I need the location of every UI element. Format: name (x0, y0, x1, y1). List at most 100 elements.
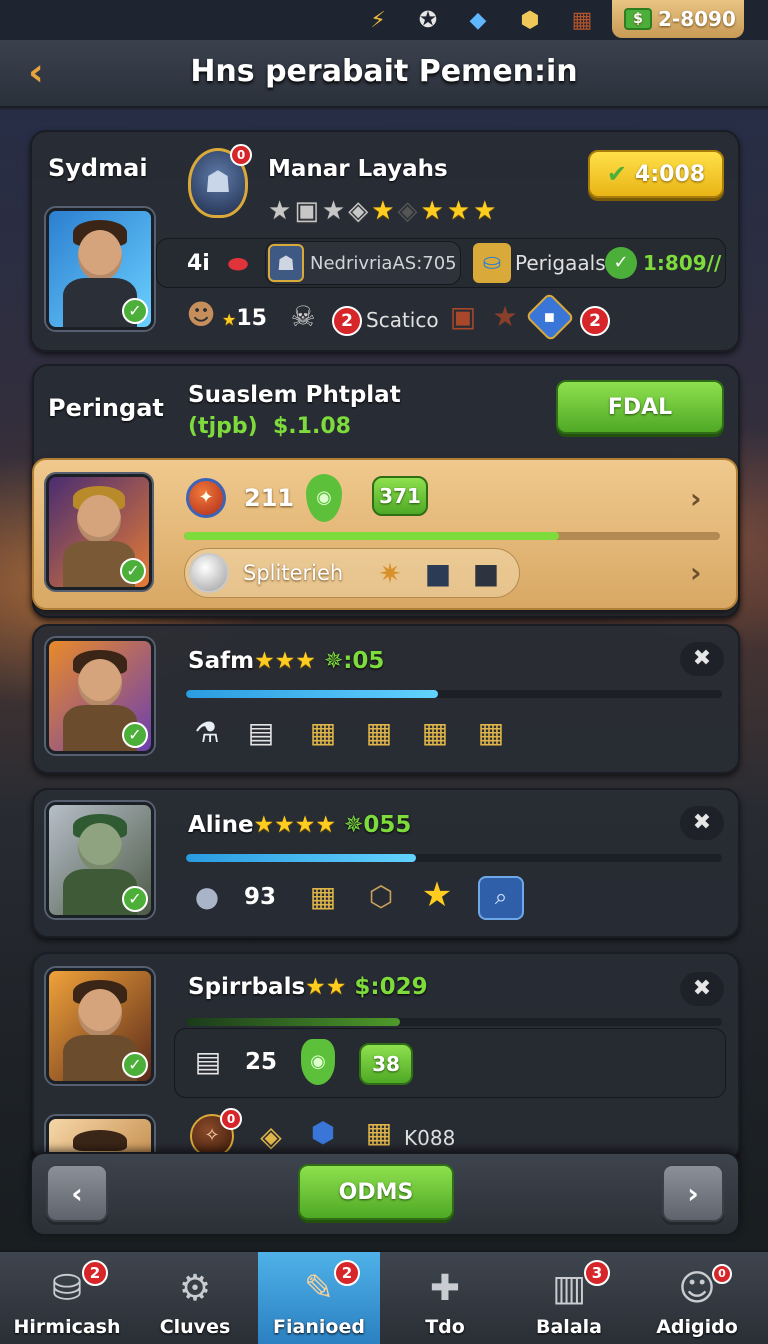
flask-icon: ⚗ (194, 716, 220, 749)
sub-item-label: Spliterieh (243, 561, 344, 585)
count-value: 15 (236, 306, 267, 331)
hero-progress-bar (186, 690, 722, 698)
lightning-icon[interactable]: ⚡ (362, 4, 394, 36)
medal-icon[interactable]: ⬢ (514, 4, 546, 36)
gem-cube-icon[interactable]: ◆ (462, 4, 494, 36)
offer-button[interactable]: FDAL (556, 380, 724, 434)
chevron-right-icon[interactable]: › (690, 482, 702, 515)
offer-price-label: (tjpb) (188, 414, 258, 439)
cash-icon: $ (624, 8, 652, 30)
offer-subtitle: Suaslem Phtplat (188, 382, 401, 408)
next-button[interactable]: › (662, 1164, 724, 1222)
previous-button[interactable]: ‹ (46, 1164, 108, 1222)
chicken-icon[interactable]: ✪ (412, 4, 444, 36)
header: ‹ Hns perabait Pemen:in (0, 40, 768, 108)
check-icon: ✓ (122, 722, 148, 748)
diamond-icon[interactable]: ◆ (525, 292, 575, 342)
chest-icon[interactable]: ▣ (444, 298, 482, 336)
gold-crate-icon: ▦ (309, 716, 337, 749)
hero-count: 25 (245, 1049, 278, 1075)
nav-item-fianioed[interactable]: ✎ 2 Fianioed (258, 1252, 380, 1344)
star-emblem-icon[interactable]: ★ (486, 298, 524, 336)
nav-label: Balala (536, 1316, 602, 1338)
star-icon: ★ (421, 875, 453, 915)
perks-value: 1:809// (643, 251, 722, 275)
crate-icon[interactable]: ▦ (566, 4, 598, 36)
offer-price-row: (tjpb) $.1.08 (188, 414, 351, 439)
offer-item-card[interactable]: ✓ ✦ 211 ◉ 371 › Spliterieh ✷ ■ ■ › (32, 458, 738, 610)
close-icon[interactable]: ✖ (680, 642, 724, 676)
perks-label: Perigaals (515, 251, 606, 275)
hero-avatar[interactable]: ✓ (46, 638, 154, 754)
guild-name: NedrivriaAS:705 (310, 253, 457, 274)
guild-chip[interactable]: ☗ NedrivriaAS:705 (265, 241, 461, 285)
hero-detail-row: ▤ 25 ◉ 38 (174, 1028, 726, 1098)
gold-crate-icon: ▦ (477, 716, 505, 749)
hexagon-emblem-icon: ⬡ (368, 880, 394, 913)
partial-badge: 0 (220, 1108, 242, 1130)
score-button-label: 4:008 (635, 161, 706, 187)
dark-cube-icon: ■ (424, 557, 452, 590)
nav-item-tdo[interactable]: ✚ Tdo (384, 1252, 506, 1344)
gold-crate-icon: ▦ (309, 880, 337, 913)
hero-card[interactable]: ✓ Safm★★★ ✵:05 ✖ ⚗ ▤ ▦ ▦ ▦ ▦ (32, 624, 740, 774)
nav-label: Tdo (425, 1316, 465, 1338)
odms-button[interactable]: ODMS (298, 1164, 454, 1220)
hero-count: 93 (244, 884, 277, 910)
offer-title: Peringat (48, 394, 164, 422)
profile-name: Sydmai (48, 154, 148, 182)
rank-badge: 0 (230, 144, 252, 166)
hero-avatar[interactable]: ✓ (46, 802, 154, 918)
star-rating: ★▣★◈★◈★★★ (268, 196, 500, 226)
hero-name: Aline (188, 812, 254, 838)
blue-gem-icon: ⬢ (310, 1116, 336, 1149)
check-icon: ✓ (605, 247, 637, 279)
paper-stack-icon: ▤ (247, 716, 275, 749)
skull-icon[interactable]: ☠ (284, 298, 322, 336)
location-pin-icon: ◉ (301, 1039, 335, 1085)
guild-shield-icon: ☗ (268, 244, 304, 282)
hero-name-row: Safm★★★ ✵:05 (188, 648, 385, 674)
nav-badge: 2 (82, 1260, 108, 1286)
magnifier-icon[interactable]: ⌕ (478, 876, 524, 920)
nav-item-cluves[interactable]: ⚙ Cluves (134, 1252, 256, 1344)
gold-star-icon: ✷ (378, 557, 402, 590)
player-avatar[interactable]: ✓ (46, 208, 154, 330)
puzzle-icon: ✚ (429, 1268, 461, 1309)
hero-card[interactable]: ✓ Aline★★★★ ✵055 ✖ ● 93 ▦ ⬡ ★ ⌕ (32, 788, 740, 938)
close-icon[interactable]: ✖ (680, 972, 724, 1006)
nav-item-hirmicash[interactable]: ⛁ 2 Hirmicash (6, 1252, 128, 1344)
dark-cube-icon: ■ (472, 557, 500, 590)
partial-label: K088 (404, 1126, 456, 1150)
scatic-badge: 2 (332, 306, 362, 336)
currency-display[interactable]: $ 2-8090 (612, 0, 744, 38)
hero-progress-bar (186, 1018, 722, 1026)
offer-value-2[interactable]: 371 (372, 476, 428, 516)
chevron-right-icon[interactable]: › (690, 556, 702, 589)
offer-progress-bar (184, 532, 720, 540)
character-icon[interactable]: ☻ (182, 296, 220, 334)
nav-item-adigido[interactable]: ☺ 0 Adigido (636, 1252, 758, 1344)
nav-label: Cluves (159, 1316, 231, 1338)
location-pin-icon: ◉ (306, 474, 342, 522)
hero-name: Spirrbals (188, 974, 306, 1000)
hero-action-button[interactable]: 38 (359, 1043, 413, 1085)
nav-label: Hirmicash (13, 1316, 121, 1338)
score-button[interactable]: ✔ 4:008 (588, 150, 724, 198)
close-icon[interactable]: ✖ (680, 806, 724, 840)
nav-item-balala[interactable]: ▥ 3 Balala (508, 1252, 630, 1344)
nav-badge: 0 (712, 1264, 732, 1284)
fire-orb-icon: ✦ (186, 478, 226, 518)
offer-hero-avatar[interactable]: ✓ (46, 474, 152, 590)
offer-value-1: 211 (244, 484, 295, 512)
level-value: 4i (187, 251, 210, 276)
hero-card[interactable]: ✓ Spirrbals★★ $:029 ✖ ▤ 25 ◉ 38 ✧ 0 ◈ ⬢ … (32, 952, 740, 1176)
gold-ticket-icon: ◈ (260, 1120, 282, 1153)
check-icon: ✔ (606, 160, 628, 188)
nav-label: Fianioed (273, 1316, 365, 1338)
nav-label: Adigido (656, 1316, 738, 1338)
gold-crate-icon: ▦ (421, 716, 449, 749)
hero-avatar[interactable]: ✓ (46, 968, 154, 1084)
hero-name-row: Spirrbals★★ $:029 (188, 974, 428, 1000)
sub-item-chip[interactable]: Spliterieh ✷ ■ ■ (184, 548, 520, 598)
